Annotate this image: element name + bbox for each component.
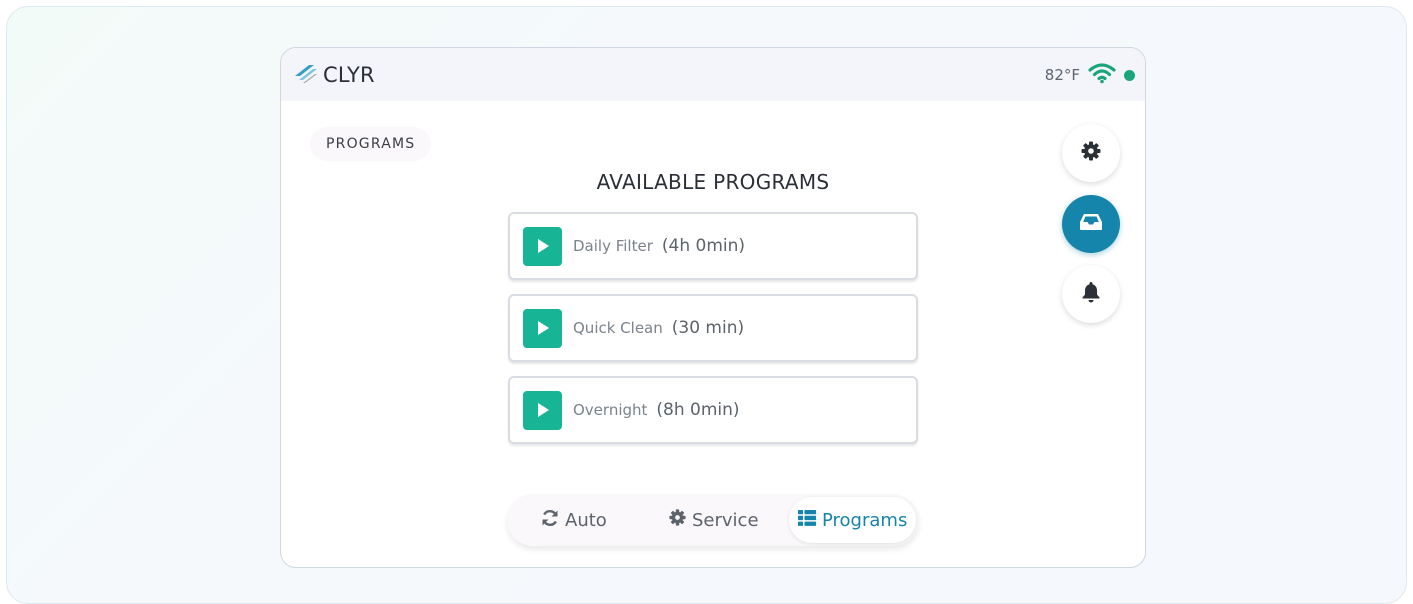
brand-name: CLYR: [323, 63, 375, 87]
connection-status-dot: [1124, 69, 1135, 81]
play-button[interactable]: [523, 390, 562, 430]
mode-tab-auto[interactable]: Auto: [541, 494, 607, 546]
play-button[interactable]: [523, 226, 562, 266]
status-indicators: 82°F: [1045, 63, 1135, 87]
wifi-icon: [1088, 62, 1116, 88]
program-duration: (8h 0min): [656, 400, 740, 420]
mode-tab-service[interactable]: Service: [669, 494, 759, 546]
clyr-logo-icon: [293, 62, 319, 88]
inbox-icon: [1079, 213, 1103, 235]
settings-button[interactable]: [1062, 124, 1120, 182]
program-name: Daily Filter: [573, 237, 653, 255]
page-frame: CLYR 82°F PROGRAMS AVAILABLE PROGRAMS Da…: [6, 6, 1407, 604]
gear-icon: [669, 509, 686, 531]
inbox-button[interactable]: [1062, 195, 1120, 253]
brand-logo: CLYR: [293, 62, 375, 88]
gear-icon: [1081, 141, 1101, 165]
program-name: Quick Clean: [573, 319, 663, 337]
play-icon: [537, 239, 549, 253]
mode-label: Auto: [565, 509, 607, 531]
temperature-readout: 82°F: [1044, 66, 1080, 84]
play-icon: [537, 321, 549, 335]
page-title: AVAILABLE PROGRAMS: [596, 170, 830, 194]
mode-label: Programs: [822, 509, 908, 531]
list-icon: [798, 509, 816, 531]
mode-bar: Auto Service Programs: [507, 494, 919, 546]
section-badge: PROGRAMS: [310, 127, 432, 161]
mode-label: Service: [692, 509, 759, 531]
device-screen: CLYR 82°F PROGRAMS AVAILABLE PROGRAMS Da…: [280, 47, 1146, 568]
program-duration: (4h 0min): [661, 236, 746, 256]
bell-icon: [1081, 281, 1101, 307]
sync-icon: [541, 509, 559, 532]
play-icon: [537, 403, 549, 417]
program-name: Overnight: [573, 401, 648, 419]
program-card-quick-clean[interactable]: Quick Clean (30 min): [508, 294, 918, 362]
program-card-overnight[interactable]: Overnight (8h 0min): [508, 376, 918, 444]
play-button[interactable]: [523, 308, 562, 348]
program-duration: (30 min): [671, 318, 745, 338]
mode-tab-programs[interactable]: Programs: [789, 497, 916, 543]
notifications-button[interactable]: [1062, 265, 1120, 323]
status-bar: CLYR 82°F: [281, 48, 1145, 101]
program-card-daily-filter[interactable]: Daily Filter (4h 0min): [508, 212, 918, 280]
